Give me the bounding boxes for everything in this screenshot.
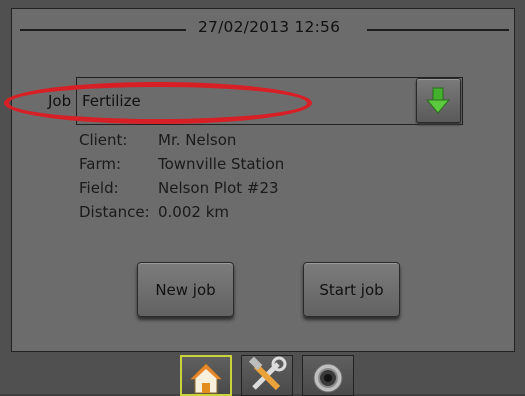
- tab-home[interactable]: [180, 355, 232, 396]
- tools-icon: [248, 356, 287, 391]
- screen: 27/02/2013 12:56 Job Fertilize Client: M…: [0, 0, 525, 396]
- distance-value: 0.002 km: [158, 203, 230, 221]
- new-job-button[interactable]: New job: [137, 262, 234, 317]
- header-divider-left: [20, 29, 186, 31]
- green-down-arrow-icon: [425, 87, 451, 114]
- highlight-ellipse: [4, 82, 312, 124]
- header-divider-right: [367, 29, 509, 31]
- start-job-button[interactable]: Start job: [303, 262, 400, 317]
- client-label: Client:: [79, 131, 128, 149]
- tab-tools[interactable]: [241, 355, 293, 396]
- datetime-display: 27/02/2013 12:56: [198, 18, 341, 36]
- job-dropdown-button[interactable]: [416, 78, 461, 123]
- client-value: Mr. Nelson: [158, 131, 237, 149]
- farm-label: Farm:: [79, 155, 122, 173]
- tab-camera[interactable]: [302, 355, 354, 396]
- field-label: Field:: [79, 179, 119, 197]
- distance-label: Distance:: [79, 203, 150, 221]
- field-value: Nelson Plot #23: [158, 179, 279, 197]
- farm-value: Townville Station: [158, 155, 285, 173]
- camera-icon: [313, 363, 343, 393]
- home-icon: [189, 363, 223, 394]
